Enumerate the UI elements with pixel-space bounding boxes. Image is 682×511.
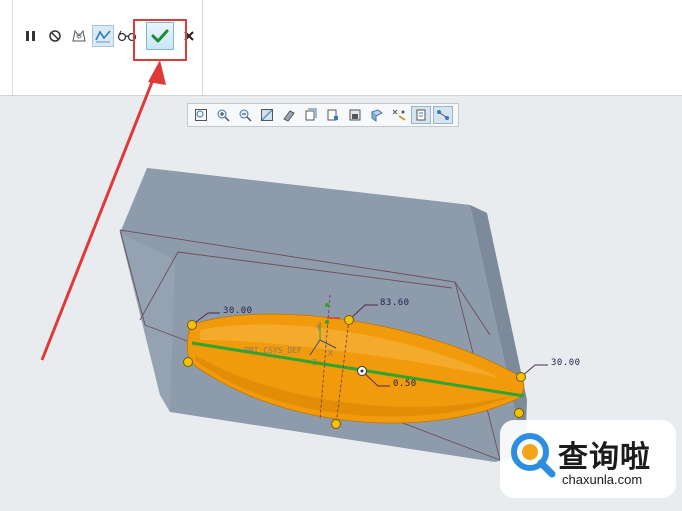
datum-display-icon	[392, 109, 406, 121]
perspective-icon	[371, 109, 383, 122]
saved-views-icon	[327, 109, 338, 121]
zoom-out-icon	[239, 109, 252, 122]
display-style-button[interactable]	[279, 106, 299, 124]
repaint-button[interactable]	[257, 106, 277, 124]
view-manager-button[interactable]	[345, 106, 365, 124]
saved-views-button[interactable]	[323, 106, 343, 124]
annotation-display-icon	[437, 110, 449, 120]
dimension-right[interactable]: 30.00	[551, 358, 581, 368]
datum-display-button[interactable]	[389, 106, 409, 124]
handle-left	[183, 357, 193, 367]
handle-right	[516, 372, 526, 382]
view-manager-icon	[349, 109, 361, 121]
zoom-in-icon	[217, 109, 230, 122]
handle-top-left	[187, 320, 197, 330]
refit-button[interactable]	[191, 106, 211, 124]
watermark: 查询啦 chaxunla.com	[500, 420, 676, 498]
zoom-in-button[interactable]	[213, 106, 233, 124]
handle-top-center	[344, 315, 354, 325]
box-front-face	[120, 168, 525, 462]
perspective-button[interactable]	[367, 106, 387, 124]
repaint-icon	[261, 109, 273, 121]
annotation-display-button[interactable]	[433, 106, 453, 124]
view-toolbar	[187, 103, 459, 127]
saved-orientations-button[interactable]	[301, 106, 321, 124]
dimension-top-center[interactable]: 83.60	[380, 298, 410, 308]
csys-x-label: X	[328, 349, 333, 358]
search-logo-icon	[511, 433, 556, 478]
spin-center-icon	[416, 109, 426, 121]
zoom-out-button[interactable]	[235, 106, 255, 124]
csys-y-label: Y	[316, 323, 321, 332]
watermark-title: 查询啦	[558, 440, 651, 475]
saved-orientations-icon	[305, 108, 317, 121]
watermark-url: chaxunla.com	[562, 472, 643, 487]
handle-bottom-center	[331, 419, 341, 429]
display-style-icon	[283, 110, 295, 122]
csys-z-label: Z	[312, 358, 317, 367]
dimension-center[interactable]: 0.50	[393, 379, 417, 389]
csys-label: PRT_CSYS_DEF	[244, 346, 302, 355]
spin-center-button[interactable]	[411, 106, 431, 124]
dimension-top-left[interactable]: 30.00	[223, 306, 253, 316]
handle-right-lower	[514, 408, 524, 418]
refit-icon	[195, 109, 207, 121]
